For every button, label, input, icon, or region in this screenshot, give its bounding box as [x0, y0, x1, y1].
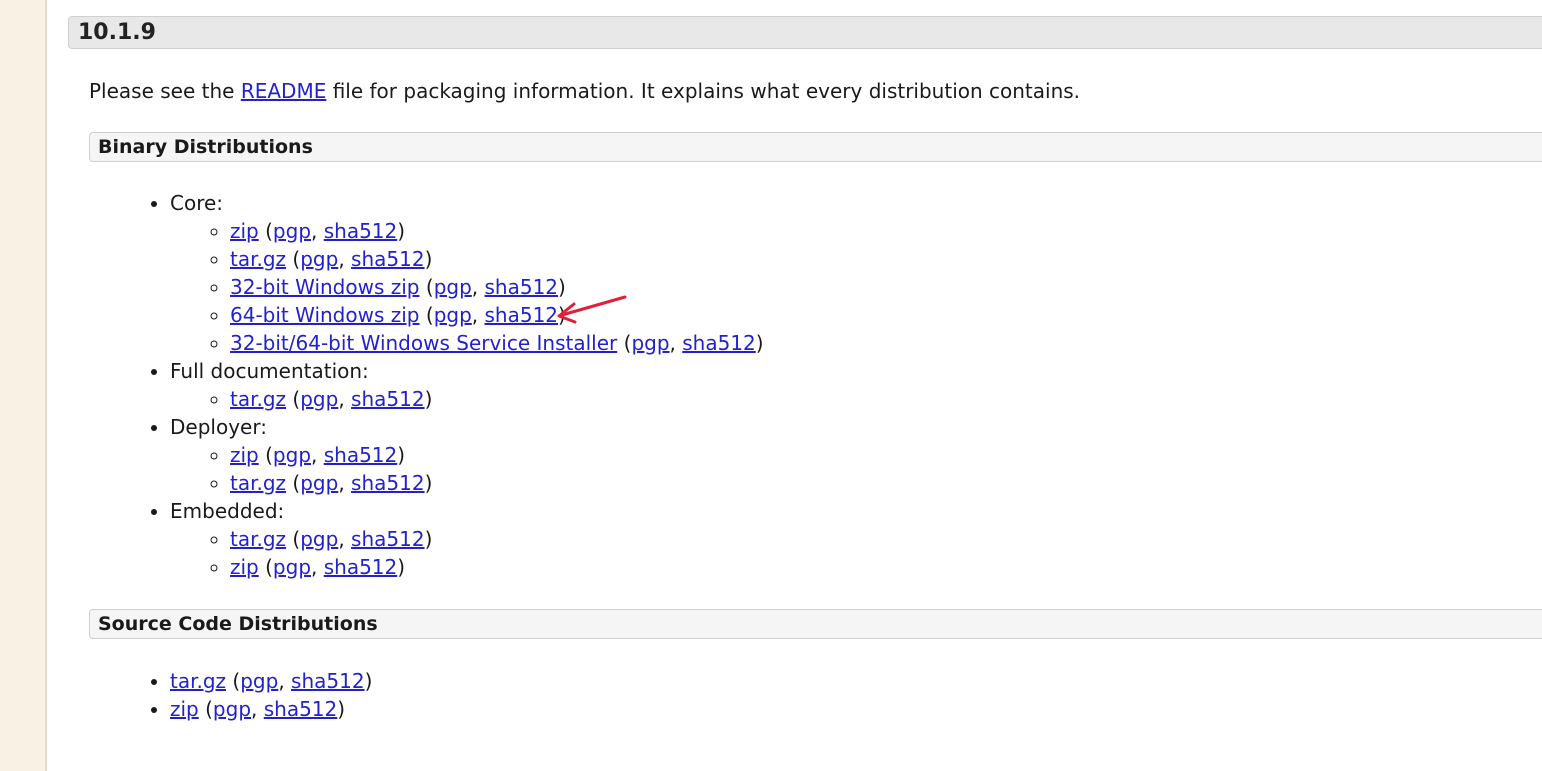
group-label: Deployer: [170, 415, 267, 439]
pgp-link[interactable]: pgp [300, 247, 338, 271]
list-item: tar.gz (pgp, sha512) [230, 525, 764, 553]
download-link[interactable]: tar.gz [230, 387, 286, 411]
intro-paragraph: Please see the README file for packaging… [89, 78, 1080, 104]
download-link[interactable]: tar.gz [170, 669, 226, 693]
sha512-link[interactable]: sha512 [291, 669, 365, 693]
list-item: tar.gz (pgp, sha512) [170, 667, 372, 695]
pgp-link[interactable]: pgp [631, 331, 669, 355]
pgp-link[interactable]: pgp [273, 219, 311, 243]
pgp-link[interactable]: pgp [300, 471, 338, 495]
list-item: zip (pgp, sha512) [230, 217, 764, 245]
pgp-link[interactable]: pgp [273, 555, 311, 579]
sha512-link[interactable]: sha512 [485, 275, 559, 299]
download-link-64bit-windows-zip[interactable]: 64-bit Windows zip [230, 303, 420, 327]
main-content: 10.1.9 Please see the README file for pa… [47, 0, 1542, 771]
download-link[interactable]: tar.gz [230, 471, 286, 495]
sha512-link[interactable]: sha512 [351, 471, 425, 495]
source-distributions-title: Source Code Distributions [98, 613, 378, 635]
intro-text-before: Please see the [89, 79, 241, 103]
download-link[interactable]: 32-bit/64-bit Windows Service Installer [230, 331, 617, 355]
sha512-link[interactable]: sha512 [264, 697, 338, 721]
pgp-link[interactable]: pgp [273, 443, 311, 467]
intro-text-after: file for packaging information. It expla… [326, 79, 1081, 103]
pgp-link[interactable]: pgp [240, 669, 278, 693]
sha512-link[interactable]: sha512 [351, 527, 425, 551]
pgp-link[interactable]: pgp [300, 527, 338, 551]
group-label: Full documentation: [170, 359, 369, 383]
download-link[interactable]: 32-bit Windows zip [230, 275, 420, 299]
list-item: 64-bit Windows zip (pgp, sha512) [230, 301, 764, 329]
list-item: 32-bit Windows zip (pgp, sha512) [230, 273, 764, 301]
group-core: Core: zip (pgp, sha512) tar.gz (pgp, sha… [170, 189, 764, 357]
binary-distributions-list: Core: zip (pgp, sha512) tar.gz (pgp, sha… [89, 189, 764, 581]
binary-distributions-header: Binary Distributions [89, 132, 1542, 162]
pgp-link[interactable]: pgp [434, 303, 472, 327]
source-distributions-list: tar.gz (pgp, sha512) zip (pgp, sha512) [89, 667, 372, 723]
pgp-link[interactable]: pgp [434, 275, 472, 299]
group-label: Core: [170, 191, 224, 215]
download-link[interactable]: tar.gz [230, 247, 286, 271]
sha512-link[interactable]: sha512 [485, 303, 559, 327]
red-arrow-icon [557, 295, 627, 324]
sha512-link[interactable]: sha512 [351, 387, 425, 411]
download-link[interactable]: zip [230, 219, 259, 243]
readme-link[interactable]: README [241, 79, 327, 103]
group-label: Embedded: [170, 499, 285, 523]
pgp-link[interactable]: pgp [300, 387, 338, 411]
sha512-link[interactable]: sha512 [324, 443, 398, 467]
version-title: 10.1.9 [78, 20, 156, 45]
download-link[interactable]: zip [230, 443, 259, 467]
pgp-link[interactable]: pgp [213, 697, 251, 721]
group-embedded: Embedded: tar.gz (pgp, sha512) zip (pgp,… [170, 497, 764, 581]
sha512-link[interactable]: sha512 [324, 555, 398, 579]
sha512-link[interactable]: sha512 [351, 247, 425, 271]
list-item: tar.gz (pgp, sha512) [230, 245, 764, 273]
download-link[interactable]: tar.gz [230, 527, 286, 551]
sha512-link[interactable]: sha512 [324, 219, 398, 243]
group-full-documentation: Full documentation: tar.gz (pgp, sha512) [170, 357, 764, 413]
source-distributions-header: Source Code Distributions [89, 609, 1542, 639]
list-item: 32-bit/64-bit Windows Service Installer … [230, 329, 764, 357]
sha512-link[interactable]: sha512 [682, 331, 756, 355]
list-item: zip (pgp, sha512) [230, 441, 764, 469]
list-item: tar.gz (pgp, sha512) [230, 385, 764, 413]
list-item: zip (pgp, sha512) [170, 695, 372, 723]
download-link[interactable]: zip [230, 555, 259, 579]
group-deployer: Deployer: zip (pgp, sha512) tar.gz (pgp,… [170, 413, 764, 497]
list-item: zip (pgp, sha512) [230, 553, 764, 581]
download-link[interactable]: zip [170, 697, 199, 721]
list-item: tar.gz (pgp, sha512) [230, 469, 764, 497]
binary-distributions-title: Binary Distributions [98, 136, 313, 158]
version-header: 10.1.9 [68, 16, 1542, 49]
left-sidebar-strip [0, 0, 47, 771]
